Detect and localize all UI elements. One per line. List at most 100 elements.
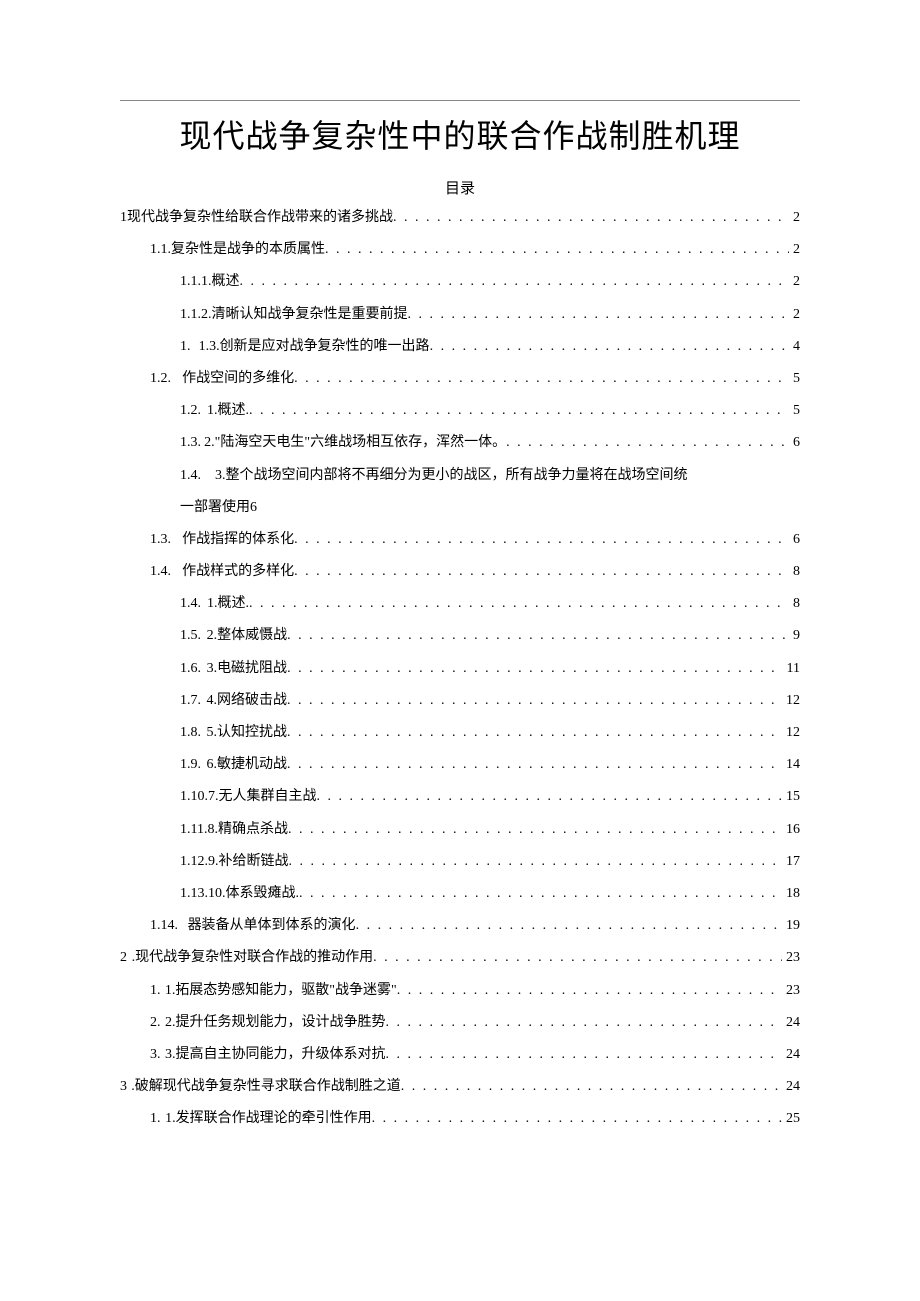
toc-entry-number: 1.13. — [180, 878, 208, 910]
toc-entry-number: 1.3. — [180, 427, 201, 459]
toc-page-number: 8 — [789, 556, 800, 588]
toc-entry: 1.1.3.创新是应对战争复杂性的唯一出路 4 — [120, 331, 800, 363]
toc-leader — [393, 202, 789, 234]
toc-entry-number: 3. — [150, 1039, 161, 1071]
toc-entry-text: 8.精确点杀战 — [207, 814, 288, 846]
toc-page-number: 15 — [782, 781, 800, 813]
toc-entry-number: 2. — [150, 1007, 161, 1039]
toc-page-number: 24 — [782, 1071, 800, 1103]
toc-page-number: 6 — [789, 427, 800, 459]
toc-entry: 3.3.提高自主协同能力，升级体系对抗 24 — [120, 1039, 800, 1071]
toc-entry-number: 1. — [180, 331, 191, 363]
toc-page-number: 2 — [789, 266, 800, 298]
toc-leader — [372, 1103, 782, 1135]
toc-page-number: 14 — [782, 749, 800, 781]
toc-entry-text: .破解现代战争复杂性寻求联合作战制胜之道 — [131, 1071, 401, 1103]
toc-leader — [299, 878, 782, 910]
toc-entry-text: 10.体系毁瘫战. — [208, 878, 299, 910]
toc-page-number: 6 — [250, 492, 257, 524]
toc-page-number: 24 — [782, 1039, 800, 1071]
toc-leader — [294, 363, 789, 395]
document-title: 现代战争复杂性中的联合作战制胜机理 — [120, 111, 800, 157]
toc-entry-number: 1.4. — [180, 460, 201, 492]
toc-entry-text: 5.认知控扰战 — [207, 717, 288, 749]
toc-entry: 1.13.10.体系毁瘫战.18 — [120, 878, 800, 910]
toc-heading: 目录 — [120, 177, 800, 198]
toc-entry-text: 2."陆海空天电生"六维战场相互依存，浑然一体。 — [204, 427, 506, 459]
toc-page-number: 8 — [789, 588, 800, 620]
toc-leader — [317, 781, 783, 813]
toc-entry: 1.9.6.敏捷机动战14 — [120, 749, 800, 781]
toc-leader — [408, 299, 790, 331]
toc-entry-text: 现代战争复杂性给联合作战带来的诸多挑战 — [127, 202, 393, 234]
toc-entry-number: 1.14. — [150, 910, 178, 942]
toc-entry-text: 2.整体威慑战 — [207, 620, 288, 652]
toc-entry-number: 2 — [120, 942, 127, 974]
toc-entry-number: 1.3. — [150, 524, 171, 556]
toc-entry: 1.10.7.无人集群自主战15 — [120, 781, 800, 813]
toc-leader — [325, 234, 789, 266]
toc-entry-text: 一部署使用 — [180, 492, 250, 524]
toc-entry: 1现代战争复杂性给联合作战带来的诸多挑战 2 — [120, 202, 800, 234]
toc-entry: 1.2.1.概述.5 — [120, 395, 800, 427]
toc-leader — [289, 846, 783, 878]
toc-page-number: 2 — [789, 202, 800, 234]
toc-leader — [373, 942, 782, 974]
toc-page-number: 4 — [789, 331, 800, 363]
toc-page-number: 16 — [782, 814, 800, 846]
toc-page-number: 12 — [782, 717, 800, 749]
toc-entry: 1.1.2.清晰认知战争复杂性是重要前提2 — [120, 299, 800, 331]
toc-entry-number: 1.2. — [150, 363, 171, 395]
toc-leader — [506, 427, 789, 459]
toc-entry: 1.3. 作战指挥的体系化 6 — [120, 524, 800, 556]
toc-page-number: 23 — [782, 942, 800, 974]
toc-page-number: 24 — [782, 1007, 800, 1039]
toc-page-number: 5 — [789, 395, 800, 427]
toc-entry-text: 3.提高自主协同能力，升级体系对抗 — [165, 1039, 386, 1071]
toc-leader — [287, 717, 782, 749]
toc-entry-number: 1.5. — [180, 620, 201, 652]
toc-entry: 1.11.8.精确点杀战 16 — [120, 814, 800, 846]
toc-entry-text: 6.敏捷机动战 — [207, 749, 288, 781]
toc-page-number: 6 — [789, 524, 800, 556]
toc-leader — [240, 266, 790, 298]
toc-leader — [287, 685, 782, 717]
toc-entry: 1.1.拓展态势感知能力，驱散"战争迷雾"23 — [120, 975, 800, 1007]
toc-entry-number: 1.2. — [180, 395, 201, 427]
toc-entry-text: 1.发挥联合作战理论的牵引性作用 — [165, 1103, 372, 1135]
toc-entry-number: 1.4. — [150, 556, 171, 588]
toc-entry-text: 作战指挥的体系化 — [182, 524, 294, 556]
toc-entry-number: 1.11. — [180, 814, 207, 846]
toc-entry-number: 1.6. — [180, 653, 201, 685]
toc-entry: 2.现代战争复杂性对联合作战的推动作用 23 — [120, 942, 800, 974]
toc-entry: 1.12.9.补给断链战17 — [120, 846, 800, 878]
toc-entry-number: 1.1. — [150, 234, 171, 266]
toc-entry-text: 作战样式的多样化 — [182, 556, 294, 588]
toc-entry: 1.3.2."陆海空天电生"六维战场相互依存，浑然一体。 6 — [120, 427, 800, 459]
toc-leader — [294, 556, 789, 588]
toc-entry: 1.5. 2.整体威慑战 9 — [120, 620, 800, 652]
top-rule — [120, 100, 800, 101]
toc-leader — [287, 620, 789, 652]
toc-entry-number: 1.1.1. — [180, 266, 212, 298]
toc-entry-text: 清晰认知战争复杂性是重要前提 — [212, 299, 408, 331]
toc-entry: 1.8.5.认知控扰战12 — [120, 717, 800, 749]
toc-entry-number: 1.12. — [180, 846, 208, 878]
toc-leader — [401, 1071, 782, 1103]
toc-entry: 1.14.器装备从单体到体系的演化19 — [120, 910, 800, 942]
toc-entry-number: 1.10. — [180, 781, 208, 813]
toc-entry-text: 概述 — [212, 266, 240, 298]
toc-entry-text: 复杂性是战争的本质属性 — [171, 234, 325, 266]
toc-entry-number: 1.4. — [180, 588, 201, 620]
toc-page-number: 9 — [789, 620, 800, 652]
toc-leader — [356, 910, 782, 942]
toc-entry-number: 1. — [150, 1103, 161, 1135]
toc-entry-text: 1.3.创新是应对战争复杂性的唯一出路 — [199, 331, 430, 363]
toc-entry-text: 2.提升任务规划能力，设计战争胜势 — [165, 1007, 386, 1039]
toc-entry-number: 1 — [120, 202, 127, 234]
toc-entry-text: .现代战争复杂性对联合作战的推动作用 — [132, 942, 374, 974]
toc-entry: 1.1.复杂性是战争的本质属性2 — [120, 234, 800, 266]
toc-page-number: 12 — [782, 685, 800, 717]
toc-entry: 1.6.3.电磁扰阻战11 — [120, 653, 800, 685]
toc-leader — [287, 653, 782, 685]
